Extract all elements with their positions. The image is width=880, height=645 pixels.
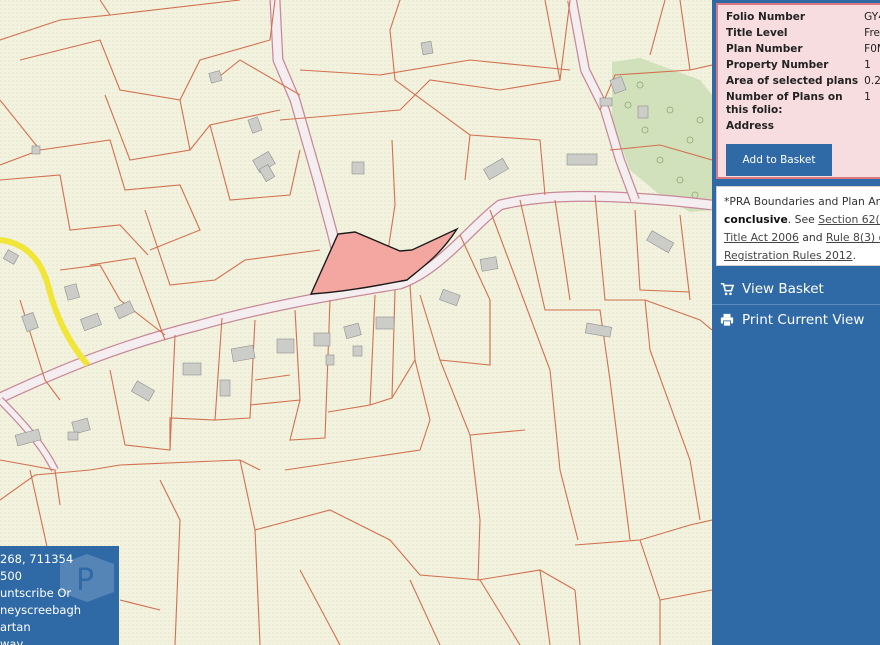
folio-info-table: Folio Number GY4940 Title Level Freehol … xyxy=(726,11,880,136)
info-row: Address xyxy=(726,120,880,136)
townland-line-2: neyscreebagh xyxy=(0,603,82,617)
registration-rules-link[interactable]: Registration Rules 2012 xyxy=(724,249,853,262)
info-row: Number of Plans on this folio: 1 xyxy=(726,91,880,120)
townland-line: untscribe Or xyxy=(0,586,72,600)
print-view-button[interactable]: Print Current View xyxy=(712,305,880,335)
info-value: GY4940 xyxy=(864,11,880,23)
info-value: 1 xyxy=(864,91,871,103)
printer-icon xyxy=(720,313,734,327)
note-bold: conclusive xyxy=(724,213,788,226)
side-panel: Folio Number GY4940 Title Level Freehol … xyxy=(712,0,880,645)
info-value: F0M6 xyxy=(864,43,880,55)
coord-line: 268, 711354 xyxy=(0,552,74,566)
info-key: Number of Plans on this folio: xyxy=(726,91,843,116)
info-row: Plan Number F0M6 xyxy=(726,43,880,59)
coordinates-panel: P 268, 711354 500 untscribe Or neyscreeb… xyxy=(0,546,119,645)
scale-line: 500 xyxy=(0,569,22,583)
barony-line: artan xyxy=(0,620,31,634)
info-row: Area of selected plans 0.29 he xyxy=(726,75,880,91)
info-row: Folio Number GY4940 xyxy=(726,11,880,27)
info-value: Freehol xyxy=(864,27,880,39)
view-basket-button[interactable]: View Basket xyxy=(712,274,880,305)
county-line: way xyxy=(0,637,24,645)
disclaimer-note: *PRA Boundaries and Plan Area conclusive… xyxy=(716,186,880,266)
note-text: and xyxy=(798,231,827,244)
info-key: Plan Number xyxy=(726,43,803,55)
note-line-3: Title Act 2006 and Rule 8(3) of th xyxy=(724,229,880,247)
note-line-4: Registration Rules 2012. xyxy=(724,247,880,265)
print-view-label: Print Current View xyxy=(742,312,865,328)
rule-link[interactable]: Rule 8(3) of th xyxy=(826,231,880,244)
note-line-1: *PRA Boundaries and Plan Area xyxy=(724,195,880,208)
add-to-basket-button[interactable]: Add to Basket xyxy=(726,144,832,176)
map-canvas[interactable]: P 268, 711354 500 untscribe Or neyscreeb… xyxy=(0,0,712,645)
title-act-link[interactable]: Title Act 2006 xyxy=(724,231,799,244)
info-row: Title Level Freehol xyxy=(726,27,880,43)
note-text: . xyxy=(852,249,857,262)
section-link[interactable]: Section 62(2) of xyxy=(818,213,880,226)
info-key: Folio Number xyxy=(726,11,806,23)
note-text: . See xyxy=(787,213,819,226)
info-key: Title Level xyxy=(726,27,788,39)
note-line-2: conclusive. See Section 62(2) of xyxy=(724,211,880,229)
folio-info-panel: Folio Number GY4940 Title Level Freehol … xyxy=(716,3,880,179)
info-key: Address xyxy=(726,120,774,132)
cart-icon xyxy=(720,282,734,296)
info-value: 0.29 he xyxy=(864,75,880,87)
info-key: Area of selected plans xyxy=(726,75,859,87)
info-key: Property Number xyxy=(726,59,829,71)
info-value: 1 xyxy=(864,59,871,71)
info-value xyxy=(864,120,880,136)
view-basket-label: View Basket xyxy=(742,281,824,297)
info-row: Property Number 1 xyxy=(726,59,880,75)
